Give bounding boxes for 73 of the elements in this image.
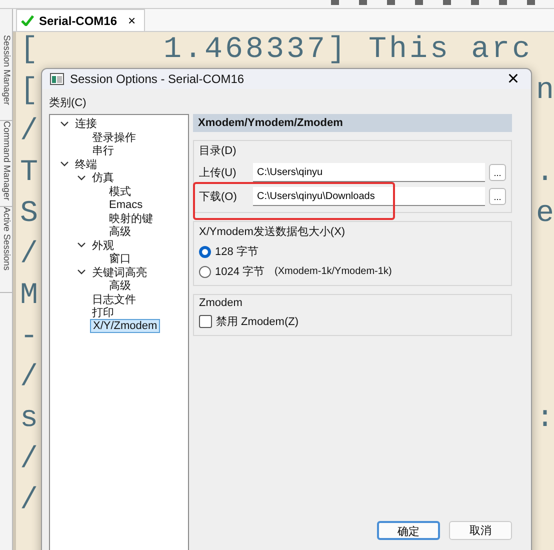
radio-button[interactable] — [199, 266, 211, 278]
side-tab[interactable]: Active Sessions — [0, 207, 12, 293]
terminal-text: e — [536, 196, 554, 232]
terminal-text: S — [20, 196, 41, 232]
tree-item[interactable]: 高级 — [107, 224, 133, 240]
dialog-button[interactable]: 取消 — [449, 521, 512, 540]
toolbar-icon[interactable] — [386, 0, 396, 6]
checkbox[interactable] — [199, 315, 212, 328]
field-label: 下载(O) — [199, 190, 238, 204]
tree-item[interactable]: 映射的键 — [107, 210, 155, 226]
tree-item[interactable]: 仿真 — [90, 170, 116, 186]
checkbox-label: 禁用 Zmodem(Z) — [216, 315, 298, 329]
toolbar-icon[interactable] — [414, 0, 424, 6]
window-icon — [50, 73, 64, 85]
browse-button[interactable]: ... — [489, 188, 506, 205]
group-title: 目录(D) — [199, 144, 236, 158]
tree-item[interactable]: 窗口 — [107, 251, 133, 266]
tree-item[interactable]: 串行 — [90, 143, 116, 158]
toolbar-icon[interactable] — [442, 0, 452, 6]
side-tab[interactable]: Session Manager — [0, 35, 12, 121]
panel-title: Xmodem/Ymodem/Zmodem — [193, 114, 512, 132]
radio-note: (Xmodem-1k/Ymodem-1k) — [274, 266, 392, 277]
field-label: 上传(U) — [199, 166, 238, 180]
category-label: 类别(C) — [49, 96, 86, 110]
toolbar-icon[interactable] — [330, 0, 340, 6]
terminal-text: - — [20, 319, 41, 355]
radio-button[interactable] — [199, 246, 211, 258]
tree-item[interactable]: Emacs — [107, 198, 145, 211]
radio-label: 1024 字节 — [215, 264, 265, 279]
tree-item[interactable]: 外观 — [90, 238, 116, 253]
tree-item[interactable]: 模式 — [107, 184, 133, 199]
tree-item[interactable]: 打印 — [90, 305, 116, 320]
session-tab[interactable]: Serial-COM16 × — [16, 9, 145, 31]
window-title: Session Options - Serial-COM16 — [70, 72, 246, 86]
radio-label: 128 字节 — [215, 244, 258, 259]
tree-item[interactable]: 高级 — [107, 278, 133, 294]
group-title: X/Ymodem发送数据包大小(X) — [199, 225, 346, 239]
close-icon[interactable]: × — [128, 13, 136, 28]
terminal-text: s — [20, 401, 41, 437]
dialog-button[interactable]: 确定 — [377, 521, 440, 540]
tree-item[interactable]: 关键词高亮 — [90, 264, 149, 280]
chevron-down-icon[interactable] — [60, 120, 69, 127]
tree-item[interactable]: 登录操作 — [90, 130, 138, 145]
tree-item[interactable]: 日志文件 — [90, 292, 138, 307]
group-title: Zmodem — [199, 297, 242, 309]
chevron-down-icon[interactable] — [60, 161, 69, 168]
terminal-text: / — [20, 237, 41, 273]
browse-button[interactable]: ... — [489, 164, 506, 181]
terminal-text: [ — [20, 73, 41, 109]
terminal-text: [ 1.468337] This arc — [20, 32, 533, 68]
chevron-down-icon[interactable] — [77, 242, 86, 248]
toolbar-icon[interactable] — [470, 0, 480, 6]
path-field[interactable]: C:\Users\qinyu — [253, 163, 485, 182]
toolbar-icon[interactable] — [498, 0, 508, 6]
chevron-down-icon[interactable] — [77, 269, 86, 276]
terminal-text: / — [20, 442, 41, 478]
terminal-text: T — [20, 155, 41, 191]
close-button[interactable]: × — [503, 69, 523, 89]
terminal-text: : — [536, 401, 554, 437]
path-field[interactable]: C:\Users\qinyu\Downloads — [253, 187, 485, 206]
terminal-text: M — [20, 278, 41, 314]
toolbar-icon[interactable] — [358, 0, 368, 6]
terminal-text: . — [536, 155, 554, 191]
terminal-text: / — [20, 483, 41, 519]
terminal-text: / — [20, 114, 41, 150]
tree-item[interactable]: 连接 — [73, 116, 99, 132]
toolbar-icon[interactable] — [526, 0, 536, 6]
side-tab[interactable]: Command Manager — [0, 121, 12, 207]
tree-item[interactable]: 终端 — [73, 156, 99, 172]
terminal-text: / — [20, 360, 41, 396]
chevron-down-icon[interactable] — [77, 174, 86, 181]
tree-item[interactable]: X/Y/Zmodem — [90, 319, 160, 334]
terminal-text: n — [536, 73, 554, 109]
